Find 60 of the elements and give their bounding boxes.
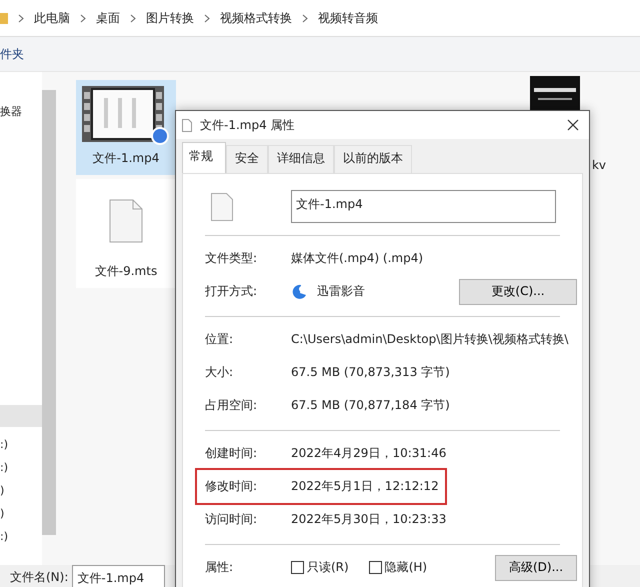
chevron-icon (204, 14, 210, 22)
tab[interactable]: 详细信息 (268, 145, 334, 173)
checkbox[interactable]: 隐藏(H) (368, 559, 428, 576)
chevron-icon (130, 14, 136, 22)
property-value: 2022年5月30日，10:23:33 (291, 511, 446, 528)
scrollbar[interactable] (42, 90, 56, 535)
property-label: 修改时间: (205, 478, 258, 495)
breadcrumb-item[interactable]: 图片转换 (146, 10, 194, 26)
chevron-icon (80, 14, 86, 22)
filename-label: 文件名(N): (10, 569, 68, 583)
nav-highlight (0, 405, 42, 427)
property-label: 属性: (205, 559, 234, 576)
tab[interactable]: 常规 (182, 142, 226, 173)
file-tile[interactable]: 文件-1.mp4 (76, 80, 176, 175)
checkbox[interactable]: 只读(R) (291, 559, 349, 576)
property-label: 文件类型: (205, 250, 258, 267)
blank-file-icon (109, 199, 143, 243)
tab[interactable]: 以前的版本 (334, 145, 412, 173)
nav-item[interactable]: ) (0, 479, 42, 502)
file-icon (182, 118, 192, 132)
property-value: 媒体文件(.mp4) (.mp4) (291, 250, 424, 267)
file-name: kv (592, 158, 607, 172)
property-label: 打开方式: (205, 283, 258, 300)
change-button[interactable]: 更改(C)... (459, 278, 577, 304)
property-value: 2022年4月29日，10:31:46 (291, 445, 446, 462)
folder-icon (0, 11, 8, 25)
nav-item[interactable]: :) (0, 433, 42, 456)
file-name: 文件-9.mts (94, 263, 158, 280)
property-label: 占用空间: (205, 397, 258, 414)
property-value: 67.5 MB (70,877,184 字节) (291, 397, 450, 414)
property-label: 位置: (205, 331, 234, 348)
tab[interactable]: 安全 (226, 145, 268, 173)
property-label: 创建时间: (205, 445, 258, 462)
app-name: 迅雷影音 (317, 283, 365, 300)
video-thumbnail-icon (82, 86, 170, 146)
name-field[interactable]: 文件-1.mp4 (291, 190, 556, 223)
chevron-icon (18, 14, 24, 22)
app-icon (291, 284, 307, 300)
file-tile[interactable]: 文件-9.mts (76, 179, 176, 288)
property-value: 2022年5月1日，12:12:12 (291, 478, 439, 495)
nav-item[interactable]: :) (0, 456, 42, 479)
advanced-button[interactable]: 高级(D)... (495, 554, 577, 580)
window-title: 文件-1.mp4 属性 (200, 116, 296, 134)
breadcrumb-item[interactable]: 视频格式转换 (220, 10, 292, 26)
property-value: 67.5 MB (70,873,313 字节) (291, 364, 450, 381)
chevron-icon (302, 14, 308, 22)
property-label: 访问时间: (205, 511, 258, 528)
close-icon[interactable] (567, 119, 579, 131)
blank-file-icon (211, 192, 233, 220)
filename-field[interactable]: 文件-1.mp4 (72, 565, 166, 587)
breadcrumb-item[interactable]: 视频转音频 (318, 10, 378, 26)
breadcrumb-item[interactable]: 此电脑 (34, 10, 70, 26)
nav-item[interactable]: :) (0, 525, 42, 548)
nav-item[interactable]: ) (0, 502, 42, 525)
file-name: 文件-1.mp4 (92, 150, 160, 167)
nav-item[interactable]: 换器 (0, 100, 42, 123)
property-label: 大小: (205, 364, 234, 381)
toolbar-label[interactable]: 件夹 (0, 46, 24, 62)
property-value: C:\Users\admin\Desktop\图片转换\视频格式转换\ (291, 331, 568, 348)
breadcrumb-item[interactable]: 桌面 (96, 10, 120, 26)
